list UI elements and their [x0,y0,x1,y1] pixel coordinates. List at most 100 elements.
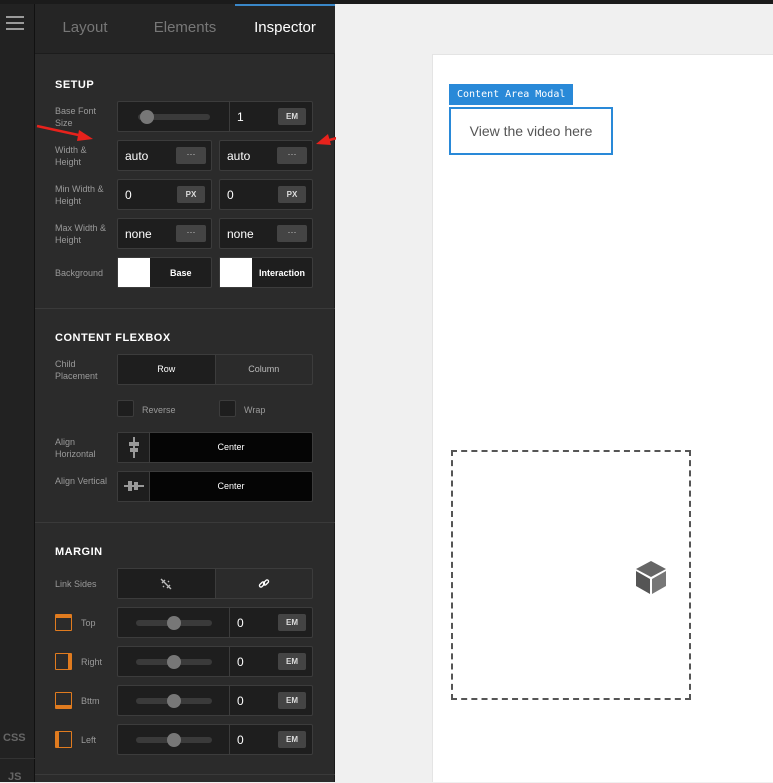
margin-left-icon [55,731,72,748]
margin-bottom-icon [55,692,72,709]
height-field[interactable]: auto ··· [219,140,313,171]
max-height-more-button[interactable]: ··· [277,225,307,242]
align-horizontal-label: Align Horizontal [55,437,96,459]
margin-title: MARGIN [55,546,103,558]
margin-right-unit-button[interactable]: EM [278,653,306,670]
align-horizontal-select[interactable]: Center [117,432,313,463]
margin-left-unit-button[interactable]: EM [278,731,306,748]
min-width-value[interactable]: 0 [125,188,132,202]
max-width-value[interactable]: none [125,227,152,241]
base-font-control: 1 EM [117,101,313,132]
rail-divider [0,758,35,759]
base-label: Base [170,268,192,278]
tab-elements[interactable]: Elements [135,4,235,54]
divider [229,725,230,754]
margin-left-slider[interactable] [136,733,212,747]
row-button[interactable]: Row [118,355,215,384]
min-width-unit-button[interactable]: PX [177,186,205,203]
margin-bottom-value[interactable]: 0 [237,694,244,708]
tab-layout[interactable]: Layout [35,4,135,54]
max-width-field[interactable]: none ··· [117,218,212,249]
align-horizontal-value: Center [217,442,245,452]
link-button[interactable] [214,569,313,598]
column-button[interactable]: Column [214,355,313,384]
max-height-field[interactable]: none ··· [219,218,313,249]
width-more-button[interactable]: ··· [176,147,206,164]
wrap-label: Wrap [244,405,266,415]
flexbox-title: CONTENT FLEXBOX [55,332,171,344]
margin-top-slider[interactable] [136,616,212,630]
min-height-field[interactable]: 0 PX [219,179,313,210]
divider [229,102,230,131]
section-divider [35,774,335,775]
height-align-icon [118,433,150,462]
link-sides-toggle [117,568,313,599]
slider-knob[interactable] [140,110,154,124]
inspector-panel: Layout Elements Inspector SETUP Base Fon… [35,4,335,782]
margin-bottom-label: Bttm [81,696,100,706]
base-font-value[interactable]: 1 [237,110,244,124]
max-width-more-button[interactable]: ··· [176,225,206,242]
divider [229,647,230,676]
section-divider [35,522,335,523]
margin-top-unit-button[interactable]: EM [278,614,306,631]
modal-toggle-button[interactable]: View the video here [449,107,613,155]
slider-knob[interactable] [167,655,181,669]
slider-knob[interactable] [167,694,181,708]
preview-canvas: Content Area Modal View the video here [336,4,773,782]
min-width-field[interactable]: 0 PX [117,179,212,210]
align-vertical-select[interactable]: Center [117,471,313,502]
interaction-color-swatch[interactable] [220,258,252,287]
width-field[interactable]: auto ··· [117,140,212,171]
base-font-unit-button[interactable]: EM [278,108,306,125]
wrap-checkbox[interactable] [219,400,236,417]
margin-top-icon [55,614,72,631]
link-icon [258,578,269,588]
align-vertical-value: Center [217,481,245,491]
base-color-swatch[interactable] [118,258,150,287]
reverse-checkbox[interactable] [117,400,134,417]
margin-left-label: Left [81,735,97,745]
element-tag[interactable]: Content Area Modal [449,84,574,105]
background-base-button[interactable]: Base [117,257,212,288]
margin-right-value[interactable]: 0 [237,655,244,669]
js-button[interactable]: JS [8,771,21,783]
margin-bottom-unit-button[interactable]: EM [278,692,306,709]
margin-right-slider[interactable] [136,655,212,669]
width-value[interactable]: auto [125,149,148,163]
css-button[interactable]: CSS [3,732,26,744]
margin-top-control: 0 EM [117,607,313,638]
setup-title: SETUP [55,79,95,91]
min-wh-label: Min Width & Height [55,184,104,206]
section-divider [35,308,335,309]
unlink-icon [160,578,172,590]
margin-top-label: Top [81,618,96,628]
margin-left-control: 0 EM [117,724,313,755]
base-font-slider[interactable] [138,110,210,124]
interaction-label: Interaction [259,268,306,278]
slider-knob[interactable] [167,733,181,747]
height-value[interactable]: auto [227,149,250,163]
red-arrow-icon [36,124,93,141]
child-placement-toggle: Row Column [117,354,313,385]
background-interaction-button[interactable]: Interaction [219,257,313,288]
unlink-button[interactable] [118,569,215,598]
tab-inspector[interactable]: Inspector [235,4,335,54]
max-wh-label: Max Width & Height [55,223,107,245]
margin-top-value[interactable]: 0 [237,616,244,630]
cube-icon [636,561,666,594]
margin-right-control: 0 EM [117,646,313,677]
margin-right-icon [55,653,72,670]
menu-icon[interactable] [6,16,24,30]
margin-right-label: Right [81,657,103,667]
left-rail: CSS JS [0,4,35,783]
slider-knob[interactable] [167,616,181,630]
min-height-unit-button[interactable]: PX [278,186,306,203]
margin-bottom-control: 0 EM [117,685,313,716]
min-height-value[interactable]: 0 [227,188,234,202]
background-label: Background [55,268,104,278]
max-height-value[interactable]: none [227,227,254,241]
height-more-button[interactable]: ··· [277,147,307,164]
margin-left-value[interactable]: 0 [237,733,244,747]
margin-bottom-slider[interactable] [136,694,212,708]
